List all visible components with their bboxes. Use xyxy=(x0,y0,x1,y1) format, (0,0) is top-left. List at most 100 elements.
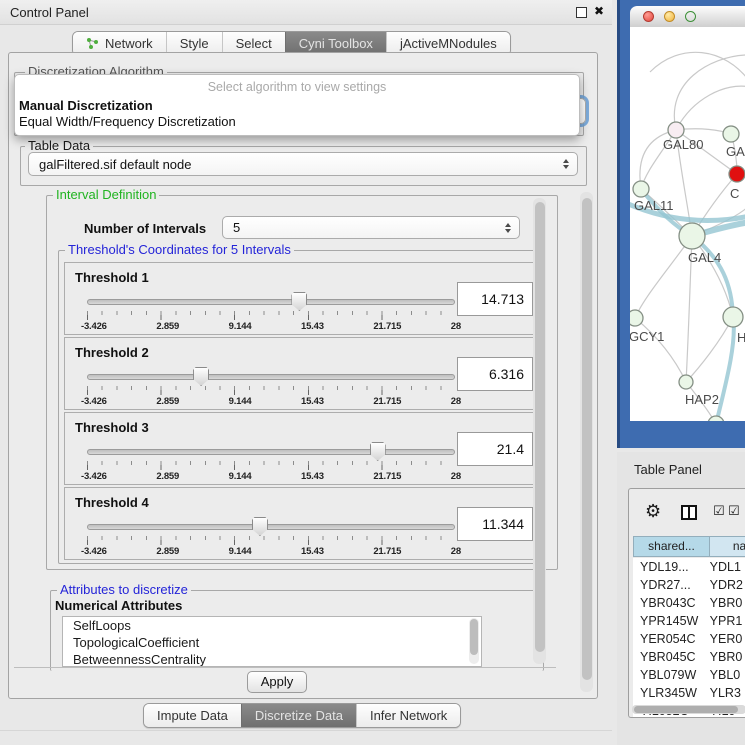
slider-track[interactable] xyxy=(87,524,455,530)
combo-stepper-icon xyxy=(563,159,569,169)
slider-thumb[interactable] xyxy=(291,292,307,311)
threshold-2-value-field[interactable]: 6.316 xyxy=(457,357,533,391)
slider-scale: -3.4262.8599.14415.4321.71528 xyxy=(81,471,461,482)
inner-vertical-scrollbar[interactable] xyxy=(533,198,546,664)
outer-vertical-scrollbar[interactable] xyxy=(580,192,593,692)
scale-label: 9.144 xyxy=(229,396,252,407)
slider-thumb[interactable] xyxy=(252,517,268,536)
scale-label: 9.144 xyxy=(229,546,252,557)
apply-button[interactable]: Apply xyxy=(247,671,307,693)
network-node[interactable] xyxy=(723,307,743,327)
table-row[interactable]: YER054C YER0 xyxy=(633,630,745,648)
network-node[interactable] xyxy=(723,126,739,142)
tab-label: Cyni Toolbox xyxy=(299,36,373,51)
scale-label: 15.43 xyxy=(301,546,324,557)
scale-label: -3.426 xyxy=(81,471,107,482)
zoom-traffic-light-icon[interactable] xyxy=(685,11,696,22)
network-node[interactable] xyxy=(708,416,724,421)
table-row[interactable]: YBR043C YBR0 xyxy=(633,594,745,612)
table-horizontal-scrollbar[interactable] xyxy=(632,705,745,714)
column-header-shared-name[interactable]: shared... xyxy=(633,536,710,557)
close-traffic-light-icon[interactable] xyxy=(643,11,654,22)
table-data-selected-value: galFiltered.sif default node xyxy=(39,157,191,172)
tab-infer-network[interactable]: Infer Network xyxy=(356,704,460,727)
threshold-3-slider[interactable]: -3.4262.8599.14415.4321.71528 xyxy=(87,445,455,483)
network-window-titlebar[interactable] xyxy=(630,6,745,28)
cell-name: YBR0 xyxy=(704,648,745,666)
network-node[interactable] xyxy=(668,122,684,138)
network-node[interactable] xyxy=(679,375,693,389)
dropdown-option-equal-width-frequency[interactable]: Equal Width/Frequency Discretization xyxy=(19,114,236,129)
network-node[interactable] xyxy=(679,223,705,249)
dropdown-option-manual-discretization[interactable]: Manual Discretization xyxy=(19,98,153,113)
table-data-select[interactable]: galFiltered.sif default node xyxy=(28,152,578,176)
scale-label: 2.859 xyxy=(156,321,179,332)
slider-thumb[interactable] xyxy=(370,442,386,461)
threshold-3-value-field[interactable]: 21.4 xyxy=(457,432,533,466)
slider-track[interactable] xyxy=(87,449,455,455)
table-row[interactable]: YBR045C YBR0 xyxy=(633,648,745,666)
cell-shared-name: YDR27... xyxy=(633,576,704,594)
table-row[interactable]: YDR27... YDR2 xyxy=(633,576,745,594)
bottom-tab-bar: Impute Data Discretize Data Infer Networ… xyxy=(143,703,461,728)
gear-icon[interactable]: ⚙ xyxy=(645,501,661,522)
number-of-intervals-select[interactable]: 5 xyxy=(222,216,520,239)
close-icon[interactable]: ✖ xyxy=(594,4,604,18)
network-icon xyxy=(86,37,99,50)
attribute-list-item[interactable]: BetweennessCentrality xyxy=(63,651,481,667)
table-rows: YDL19... YDL1 YDR27... YDR2 YBR043C YBR0 xyxy=(633,558,745,718)
scale-label: 15.43 xyxy=(301,396,324,407)
viewport-divider xyxy=(14,667,556,668)
table-row[interactable]: YDL19... YDL1 xyxy=(633,558,745,576)
network-node[interactable] xyxy=(633,181,649,197)
group-title: Table Data xyxy=(25,139,93,152)
attributes-list-scrollbar[interactable] xyxy=(469,618,479,664)
scale-label: 28 xyxy=(451,321,461,332)
slider-ticks xyxy=(87,311,455,320)
panel-title: Control Panel xyxy=(10,5,89,20)
group-title: Threshold's Coordinates for 5 Intervals xyxy=(65,243,294,256)
table-row[interactable]: YLR345W YLR3 xyxy=(633,684,745,702)
split-columns-icon[interactable] xyxy=(681,505,697,520)
attribute-list-item[interactable]: TopologicalCoefficient xyxy=(63,634,481,651)
threshold-2-slider[interactable]: -3.4262.8599.14415.4321.71528 xyxy=(87,370,455,408)
slider-track[interactable] xyxy=(87,299,455,305)
scale-label: 21.715 xyxy=(373,396,401,407)
threshold-1-value-field[interactable]: 14.713 xyxy=(457,282,533,316)
scale-label: 28 xyxy=(451,546,461,557)
minimize-traffic-light-icon[interactable] xyxy=(664,11,675,22)
scale-label: 28 xyxy=(451,471,461,482)
slider-thumb[interactable] xyxy=(193,367,209,386)
checkbox-icon[interactable]: ☑ xyxy=(728,504,741,519)
table-row[interactable]: YBL079W YBL0 xyxy=(633,666,745,684)
threshold-4-slider[interactable]: -3.4262.8599.14415.4321.71528 xyxy=(87,520,455,558)
network-node[interactable] xyxy=(729,166,745,182)
threshold-4-value-field[interactable]: 11.344 xyxy=(457,507,533,541)
scale-label: 2.859 xyxy=(156,396,179,407)
cell-name: YER0 xyxy=(704,630,745,648)
attribute-list-item[interactable]: SelfLoops xyxy=(63,617,481,634)
network-node-label: GAL4 xyxy=(688,250,721,265)
tab-impute-data[interactable]: Impute Data xyxy=(144,704,241,727)
tab-discretize-data[interactable]: Discretize Data xyxy=(241,704,356,727)
network-canvas[interactable]: GAL80GACGAL11GAL4GCY1HHAP2 xyxy=(630,27,745,421)
checkbox-icon[interactable]: ☑ xyxy=(713,504,726,519)
column-header-name[interactable]: na xyxy=(710,536,745,557)
slider-track[interactable] xyxy=(87,374,455,380)
scale-label: -3.426 xyxy=(81,546,107,557)
float-window-icon[interactable] xyxy=(576,7,587,18)
threshold-1-slider[interactable]: -3.4262.8599.14415.4321.71528 xyxy=(87,295,455,333)
control-panel-titlebar: Control Panel ✖ xyxy=(0,0,612,25)
slider-ticks xyxy=(87,536,455,545)
threshold-4-panel: Threshold 4 -3.4262.8599.14415.4321.7152… xyxy=(64,487,538,560)
bottom-divider xyxy=(0,730,612,731)
network-node-label: C xyxy=(730,186,739,201)
threshold-3-panel: Threshold 3 -3.4262.8599.14415.4321.7152… xyxy=(64,412,538,485)
number-of-intervals-label: Number of Intervals xyxy=(84,221,206,236)
cell-name: YDL1 xyxy=(704,558,745,576)
scale-label: -3.426 xyxy=(81,321,107,332)
network-node[interactable] xyxy=(630,310,643,326)
scale-label: 2.859 xyxy=(156,546,179,557)
table-row[interactable]: YPR145W YPR1 xyxy=(633,612,745,630)
slider-scale: -3.4262.8599.14415.4321.71528 xyxy=(81,396,461,407)
